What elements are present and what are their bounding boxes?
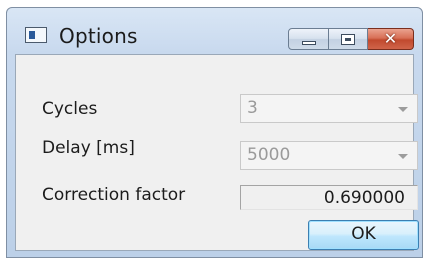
caption-buttons: ✕ xyxy=(288,28,414,50)
window-title: Options xyxy=(59,24,138,48)
close-button[interactable]: ✕ xyxy=(368,28,414,50)
ok-button[interactable]: OK xyxy=(308,220,419,250)
cycles-label: Cycles xyxy=(42,99,98,119)
minimize-icon xyxy=(302,41,316,45)
minimize-button[interactable] xyxy=(288,28,329,50)
title-bar[interactable]: Options ✕ xyxy=(7,8,422,54)
delay-value: 5000 xyxy=(247,145,291,165)
cycles-value: 3 xyxy=(247,98,258,118)
maximize-button[interactable] xyxy=(329,28,368,50)
chevron-down-icon xyxy=(398,107,408,112)
cycles-dropdown[interactable]: 3 xyxy=(240,94,418,123)
delay-dropdown[interactable]: 5000 xyxy=(240,141,418,170)
dialog-body: Cycles 3 Delay [ms] 5000 Correction fact… xyxy=(15,54,419,251)
correction-factor-value: 0.690000 xyxy=(323,188,405,208)
close-icon: ✕ xyxy=(383,29,398,48)
maximize-icon xyxy=(341,34,355,45)
correction-factor-label: Correction factor xyxy=(42,185,186,205)
window-app-icon[interactable] xyxy=(25,27,47,43)
options-dialog: Options ✕ Cycles 3 Delay [ms] 5000 Corre… xyxy=(6,7,423,258)
delay-label: Delay [ms] xyxy=(42,138,135,158)
correction-factor-field: 0.690000 xyxy=(240,185,418,210)
chevron-down-icon xyxy=(398,154,408,159)
